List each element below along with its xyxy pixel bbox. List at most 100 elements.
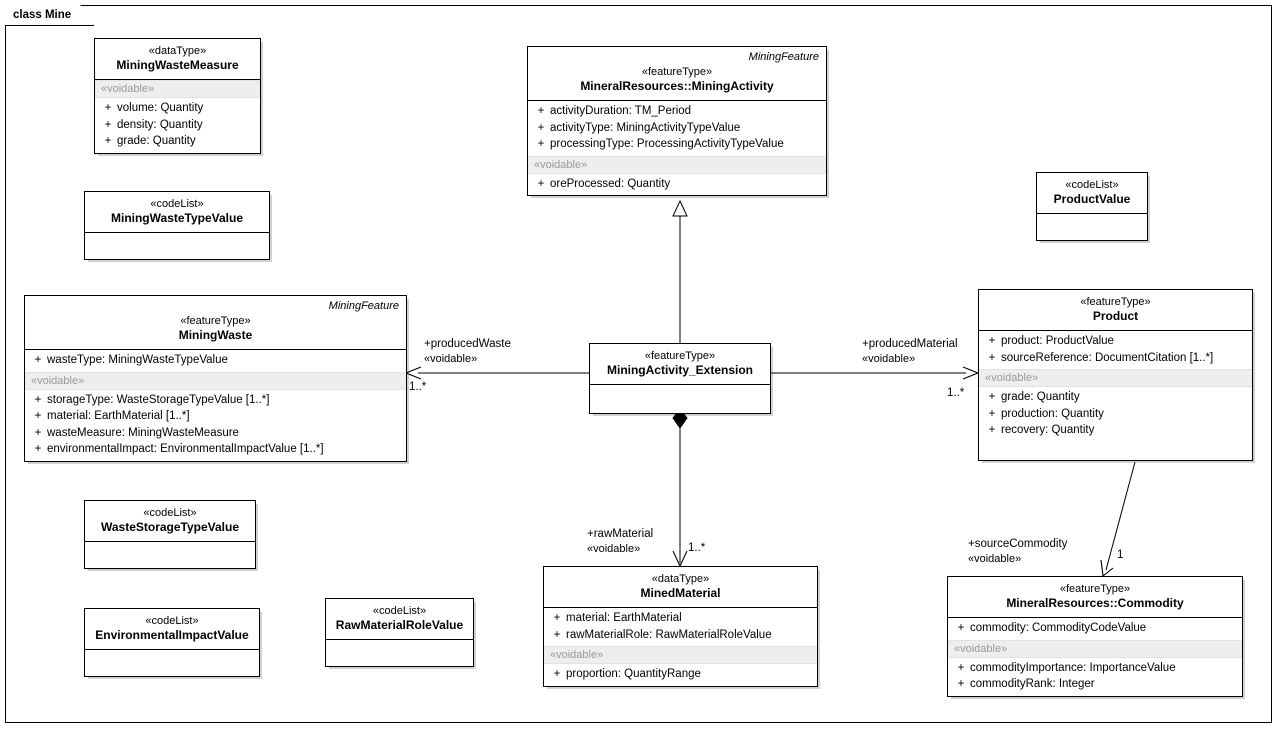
class-product-value[interactable]: «codeList» ProductValue — [1036, 172, 1148, 241]
class-mined-material[interactable]: «dataType» MinedMaterial + material: Eart… — [543, 566, 818, 687]
stereotype-label: «dataType» — [148, 45, 207, 57]
class-name: EnvironmentalImpactValue — [95, 628, 249, 642]
attribute-row: + volume: Quantity — [95, 100, 260, 117]
visibility: + — [553, 668, 561, 680]
class-name: MiningWasteMeasure — [116, 58, 239, 72]
attribute-list: + activityDuration: TM_Period + activityTy… — [528, 101, 826, 156]
visibility: + — [988, 424, 996, 436]
visibility: + — [988, 391, 996, 403]
attribute-text: product: ProductValue — [1001, 335, 1114, 347]
voidable-marker: «voidable» — [95, 80, 260, 98]
class-name: ProductValue — [1053, 192, 1131, 206]
role-stereotype: «voidable» — [968, 552, 1022, 565]
attribute-row: + material: EarthMaterial — [544, 610, 817, 627]
class-name: WasteStorageTypeValue — [100, 520, 240, 534]
attribute-list-voidable: + oreProcessed: Quantity — [528, 174, 826, 196]
attribute-list: + volume: Quantity + density: Quantity + gr… — [95, 98, 260, 153]
attribute-list-voidable: + storageType: WasteStorageTypeValue [1..… — [25, 390, 406, 461]
role-name: +rawMaterial — [587, 528, 654, 540]
class-name: Product — [1092, 309, 1139, 323]
stereotype-label: «codeList» — [372, 605, 427, 617]
attribute-row: + production: Quantity — [979, 406, 1252, 423]
visibility: + — [988, 351, 996, 364]
stereotype-label: «featureType» — [644, 350, 716, 362]
stereotype-label: «dataType» — [651, 573, 710, 585]
visibility: + — [104, 135, 112, 147]
empty-compartment — [85, 233, 269, 259]
stereotype-label: «codeList» — [150, 198, 204, 210]
class-header: «codeList» MiningWasteTypeValue — [85, 192, 269, 232]
attribute-text: oreProcessed: Quantity — [550, 177, 671, 190]
class-name: RawMaterialRoleValue — [335, 618, 464, 632]
role-stereotype: «voidable» — [587, 542, 641, 555]
class-environmental-impact-value[interactable]: «codeList» EnvironmentalImpactValue — [84, 608, 260, 677]
empty-compartment — [85, 650, 259, 676]
attribute-row: + grade: Quantity — [95, 133, 260, 150]
voidable-marker: «voidable» — [25, 371, 406, 390]
attribute-text: activityDuration: TM_Period — [550, 105, 692, 117]
attribute-list-voidable: + proportion: QuantityRange — [544, 664, 817, 686]
attribute-row: + wasteType: MiningWasteTypeValue — [25, 352, 406, 369]
attribute-text: grade: Quantity — [1001, 391, 1080, 403]
multiplicity-raw-material: 1..* — [688, 542, 706, 554]
attribute-text: volume: Quantity — [117, 102, 204, 114]
multiplicity-produced-waste: 1..* — [409, 381, 427, 393]
class-header: «codeList» EnvironmentalImpactValue — [85, 609, 259, 649]
class-header: MiningFeature «featureType» MiningWaste — [25, 296, 406, 349]
role-name: +producedMaterial — [862, 338, 958, 350]
visibility: + — [34, 393, 42, 406]
diagram-frame-label-text: class Mine — [13, 9, 72, 21]
diagram-frame-label: class Mine — [5, 5, 94, 26]
class-name: MiningWaste — [178, 328, 253, 342]
edge-label-produced-material: +producedMaterial «voidable» — [862, 337, 958, 366]
class-mining-activity[interactable]: MiningFeature «featureType» MineralResou… — [527, 46, 827, 196]
voidable-marker: «voidable» — [528, 155, 826, 174]
visibility: + — [988, 407, 996, 420]
class-raw-material-role-value[interactable]: «codeList» RawMaterialRoleValue — [325, 598, 474, 667]
visibility: + — [988, 335, 996, 347]
class-product[interactable]: «featureType» Product + product: ProductV… — [978, 289, 1253, 461]
attribute-row: + wasteMeasure: MiningWasteMeasure — [25, 425, 406, 442]
class-name: MineralResources::MiningActivity — [580, 79, 774, 93]
attribute-row: + processingType: ProcessingActivityTypeV… — [528, 136, 826, 153]
edge-label-produced-waste: +producedWaste «voidable» — [424, 337, 511, 366]
stereotype-label: «featureType» — [180, 315, 251, 327]
attribute-row: + recovery: Quantity — [979, 422, 1252, 439]
class-header: «codeList» WasteStorageTypeValue — [85, 501, 255, 541]
attribute-row: + product: ProductValue — [979, 333, 1252, 350]
edge-label-raw-material: +rawMaterial «voidable» — [587, 527, 653, 556]
multiplicity-produced-material: 1..* — [947, 387, 965, 399]
empty-compartment — [590, 385, 770, 413]
stereotype-label: «codeList» — [143, 507, 197, 519]
class-mining-activity-extension[interactable]: «featureType» MiningActivity_Extension — [589, 343, 771, 414]
class-header: «dataType» MinedMaterial — [544, 567, 817, 607]
voidable-marker: «voidable» — [979, 369, 1252, 387]
class-mining-waste-measure[interactable]: «dataType» MiningWasteMeasure «voidable»… — [94, 38, 261, 154]
attribute-row: + commodity: CommodityCodeValue — [948, 620, 1242, 637]
class-mining-waste[interactable]: MiningFeature «featureType» MiningWaste … — [24, 295, 407, 462]
class-waste-storage-type-value[interactable]: «codeList» WasteStorageTypeValue — [84, 500, 256, 569]
attribute-text: processingType: ProcessingActivityTypeVa… — [550, 138, 784, 150]
class-name: MineralResources::Commodity — [1006, 596, 1184, 610]
attribute-row: + activityDuration: TM_Period — [528, 103, 826, 120]
namespace-label: MiningFeature — [748, 51, 819, 63]
attribute-text: production: Quantity — [1001, 407, 1104, 420]
visibility: + — [104, 102, 112, 114]
attribute-text: commodityRank: Integer — [970, 678, 1095, 690]
visibility: + — [957, 678, 965, 690]
attribute-text: wasteMeasure: MiningWasteMeasure — [47, 426, 239, 439]
visibility: + — [957, 661, 965, 674]
role-name: +producedWaste — [424, 338, 511, 350]
attribute-row: + activityType: MiningActivityTypeValue — [528, 120, 826, 137]
attribute-row: + density: Quantity — [95, 117, 260, 134]
class-mining-waste-type-value[interactable]: «codeList» MiningWasteTypeValue — [84, 191, 270, 260]
visibility: + — [34, 443, 42, 455]
visibility: + — [553, 612, 561, 624]
attribute-text: commodity: CommodityCodeValue — [970, 622, 1147, 634]
attribute-text: proportion: QuantityRange — [566, 668, 701, 680]
multiplicity-source-commodity: 1 — [1117, 549, 1124, 561]
class-commodity[interactable]: «featureType» MineralResources::Commodit… — [947, 576, 1243, 697]
attribute-text: grade: Quantity — [117, 135, 196, 147]
empty-compartment — [1037, 214, 1147, 240]
